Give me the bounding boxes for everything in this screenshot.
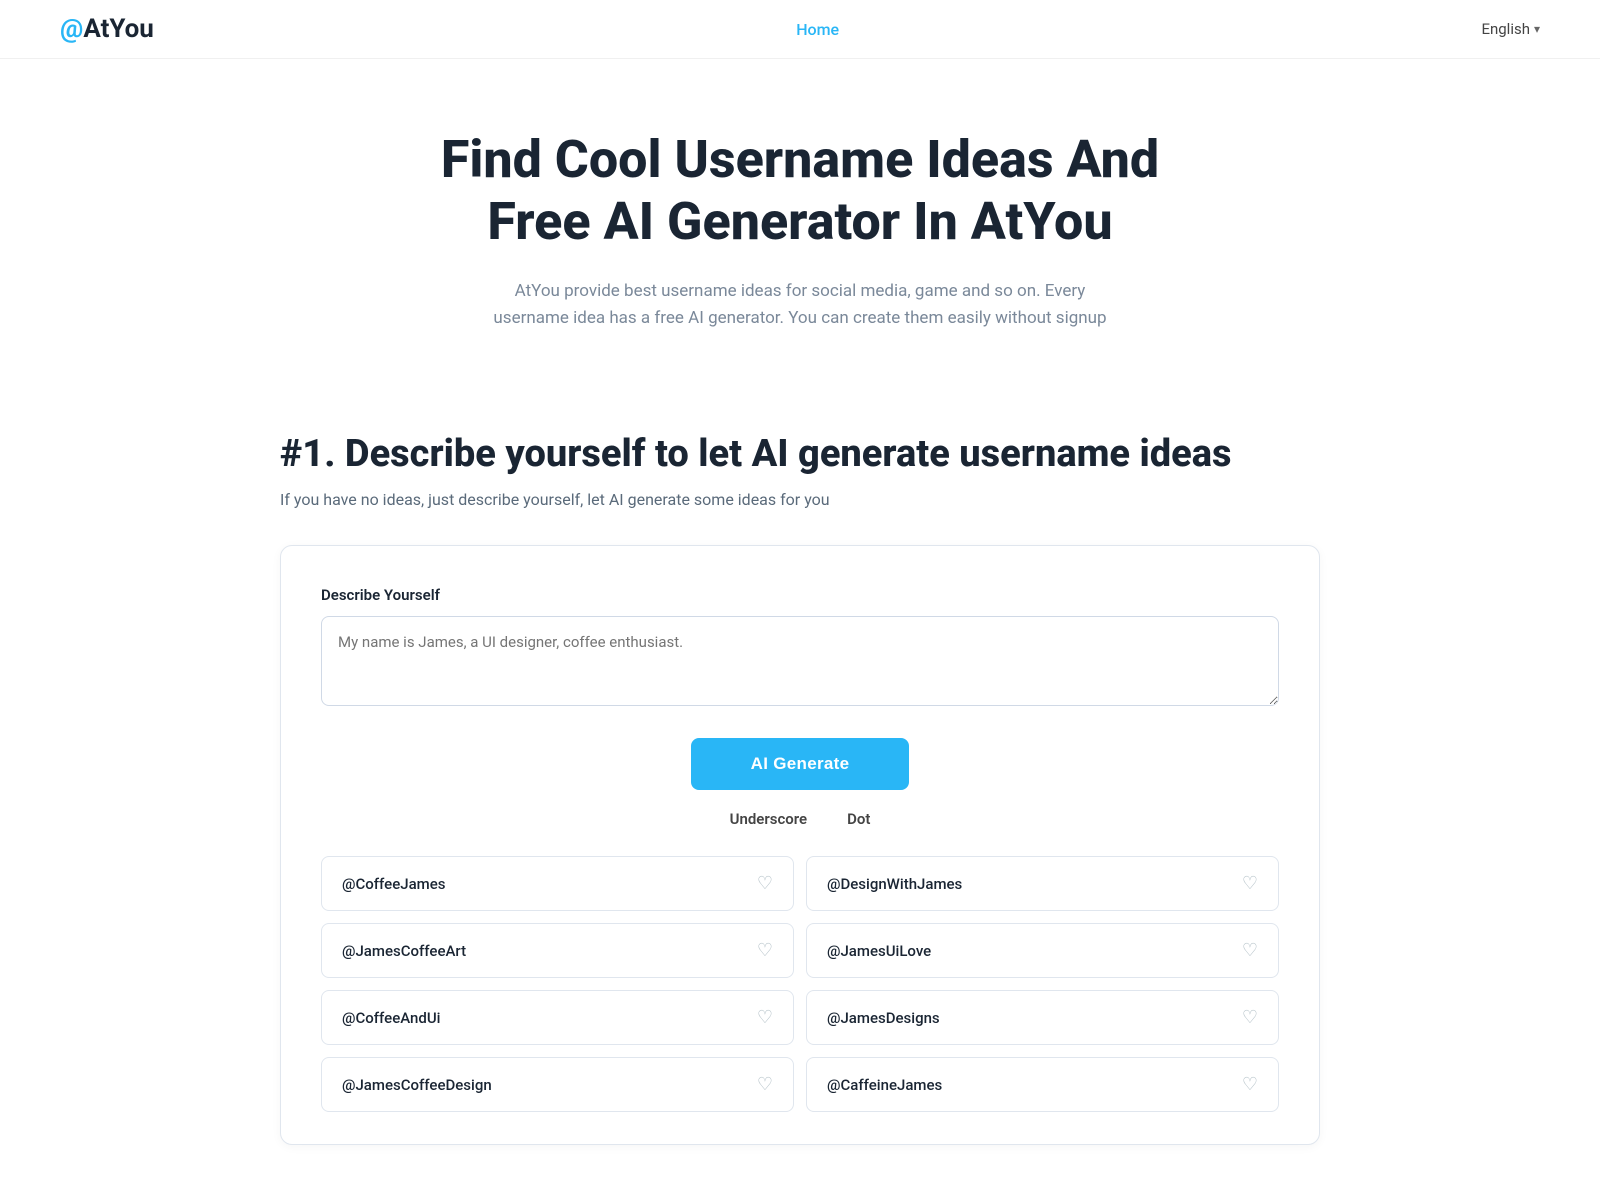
username-item[interactable]: @CaffeineJames ♡ [806, 1057, 1279, 1112]
username-item[interactable]: @JamesUiLove ♡ [806, 923, 1279, 978]
generator-card: Describe Yourself AI Generate Underscore… [280, 545, 1320, 1145]
username-item[interactable]: @CoffeeJames ♡ [321, 856, 794, 911]
hero-section: Find Cool Username Ideas And Free AI Gen… [0, 59, 1600, 372]
heart-icon[interactable]: ♡ [1242, 1007, 1258, 1028]
username-item[interactable]: @JamesCoffeeDesign ♡ [321, 1057, 794, 1112]
username-text: @CaffeineJames [827, 1076, 942, 1094]
describe-textarea[interactable] [321, 616, 1279, 706]
nav-home-link[interactable]: Home [796, 20, 839, 39]
username-text: @JamesUiLove [827, 942, 931, 960]
chevron-down-icon: ▾ [1534, 22, 1540, 36]
heart-icon[interactable]: ♡ [1242, 940, 1258, 961]
heart-icon[interactable]: ♡ [757, 873, 773, 894]
username-item[interactable]: @JamesCoffeeArt ♡ [321, 923, 794, 978]
describe-label: Describe Yourself [321, 586, 1279, 604]
hero-subtitle: AtYou provide best username ideas for so… [490, 278, 1110, 332]
main-section: #1. Describe yourself to let AI generate… [200, 372, 1400, 1185]
username-text: @DesignWithJames [827, 875, 962, 893]
username-grid: @CoffeeJames♡@DesignWithJames♡@JamesCoff… [321, 856, 1279, 1112]
heart-icon[interactable]: ♡ [757, 1007, 773, 1028]
hero-title: Find Cool Username Ideas And Free AI Gen… [400, 129, 1200, 254]
generate-button[interactable]: AI Generate [691, 738, 910, 790]
username-text: @JamesCoffeeArt [342, 942, 466, 960]
language-selector[interactable]: English ▾ [1481, 20, 1540, 38]
username-text: @CoffeeJames [342, 875, 445, 893]
site-logo[interactable]: @AtYou [60, 14, 154, 44]
dot-option[interactable]: Dot [847, 810, 870, 828]
textarea-wrapper [321, 616, 1279, 710]
username-item[interactable]: @DesignWithJames ♡ [806, 856, 1279, 911]
username-text: @JamesDesigns [827, 1009, 940, 1027]
underscore-option[interactable]: Underscore [730, 810, 808, 828]
logo-at: @ [60, 14, 83, 44]
username-text: @JamesCoffeeDesign [342, 1076, 492, 1094]
section-desc: If you have no ideas, just describe your… [280, 490, 1320, 509]
heart-icon[interactable]: ♡ [757, 1074, 773, 1095]
lang-label: English [1481, 20, 1530, 38]
separator-options: Underscore Dot [321, 810, 1279, 828]
site-header: @AtYou Home English ▾ [0, 0, 1600, 59]
main-nav: Home [796, 20, 839, 39]
username-item[interactable]: @CoffeeAndUi ♡ [321, 990, 794, 1045]
username-text: @CoffeeAndUi [342, 1009, 441, 1027]
logo-text: AtYou [83, 14, 154, 44]
section-title: #1. Describe yourself to let AI generate… [280, 432, 1320, 476]
heart-icon[interactable]: ♡ [1242, 1074, 1258, 1095]
heart-icon[interactable]: ♡ [1242, 873, 1258, 894]
heart-icon[interactable]: ♡ [757, 940, 773, 961]
username-item[interactable]: @JamesDesigns ♡ [806, 990, 1279, 1045]
